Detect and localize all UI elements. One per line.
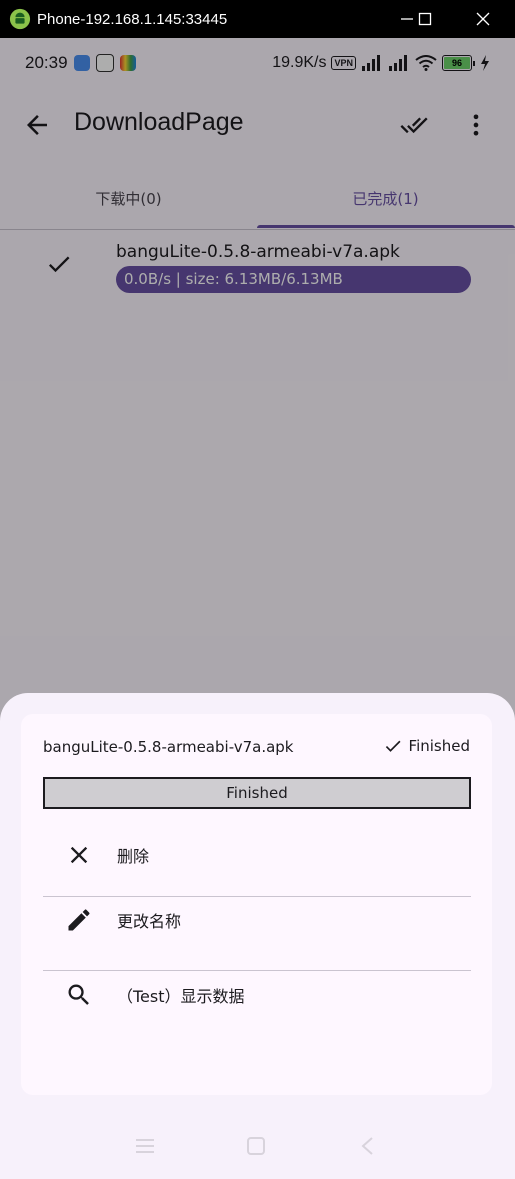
rename-label: 更改名称 xyxy=(117,912,182,931)
close-icon xyxy=(476,12,490,26)
maximize-button[interactable] xyxy=(406,0,444,38)
window-title: Phone-192.168.1.145:33445 xyxy=(37,10,228,28)
maximize-icon xyxy=(418,12,432,26)
bottom-sheet-card: banguLite-0.5.8-armeabi-v7a.apk Finished… xyxy=(21,714,492,1095)
phone-screen: 20:39 19.9K/s VPN 96 DownloadPage 下载中(0)… xyxy=(0,38,515,1179)
delete-label: 删除 xyxy=(117,847,150,866)
sheet-progress-bar: Finished xyxy=(43,777,471,809)
check-icon xyxy=(385,740,401,752)
show-data-menu-item[interactable]: （Test）显示数据 xyxy=(43,958,471,1032)
show-data-label: （Test）显示数据 xyxy=(117,987,245,1006)
search-icon xyxy=(68,984,89,1005)
bottom-sheet: banguLite-0.5.8-armeabi-v7a.apk Finished… xyxy=(0,693,515,1179)
close-icon xyxy=(70,846,88,864)
system-nav-bar xyxy=(0,1113,515,1179)
sheet-filename: banguLite-0.5.8-armeabi-v7a.apk xyxy=(43,738,294,756)
android-icon xyxy=(9,8,31,30)
home-nav-icon[interactable] xyxy=(245,1135,267,1157)
window-title-bar: Phone-192.168.1.145:33445 xyxy=(0,0,515,38)
delete-menu-item[interactable]: 删除 xyxy=(43,818,471,892)
sheet-status: Finished xyxy=(383,736,470,756)
back-nav-icon[interactable] xyxy=(357,1135,379,1157)
close-window-button[interactable] xyxy=(464,0,502,38)
menu-nav-icon[interactable] xyxy=(134,1135,156,1157)
edit-icon xyxy=(68,909,90,931)
sheet-status-label: Finished xyxy=(408,737,470,755)
rename-menu-item[interactable]: 更改名称 xyxy=(43,883,471,957)
